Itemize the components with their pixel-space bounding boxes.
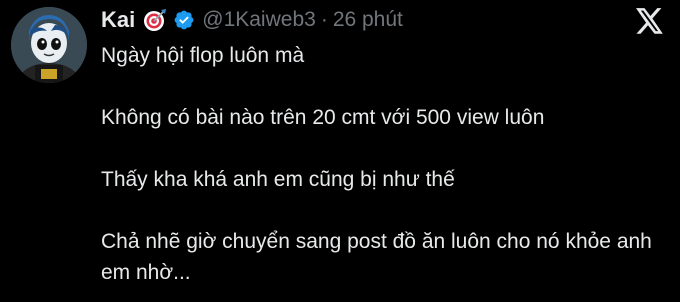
post-timestamp[interactable]: 26 phút	[333, 8, 403, 32]
x-logo-icon[interactable]	[636, 8, 664, 34]
tweet-paragraph: Không có bài nào trên 20 cmt với 500 vie…	[101, 106, 545, 129]
author-handle[interactable]: @1Kaiweb3	[202, 8, 316, 32]
avatar-image	[11, 7, 87, 83]
tweet-header: Kai @1Kaiweb3 · 26 phút	[101, 2, 403, 38]
avatar[interactable]	[11, 7, 87, 83]
tweet-paragraph: Ngày hội flop luôn mà	[101, 44, 305, 67]
tweet-text: Ngày hội flop luôn mà Không có bài nào t…	[101, 40, 671, 288]
dot-separator: ·	[320, 8, 328, 31]
direct-hit-target-icon	[143, 8, 167, 32]
verified-badge-icon[interactable]	[173, 9, 195, 31]
tweet-paragraph: Thấy kha khá anh em cũng bị như thế	[101, 168, 455, 191]
tweet-paragraph: Chả nhẽ giờ chuyển sang post đồ ăn luôn …	[101, 230, 652, 284]
author-display-name[interactable]: Kai	[101, 7, 135, 33]
